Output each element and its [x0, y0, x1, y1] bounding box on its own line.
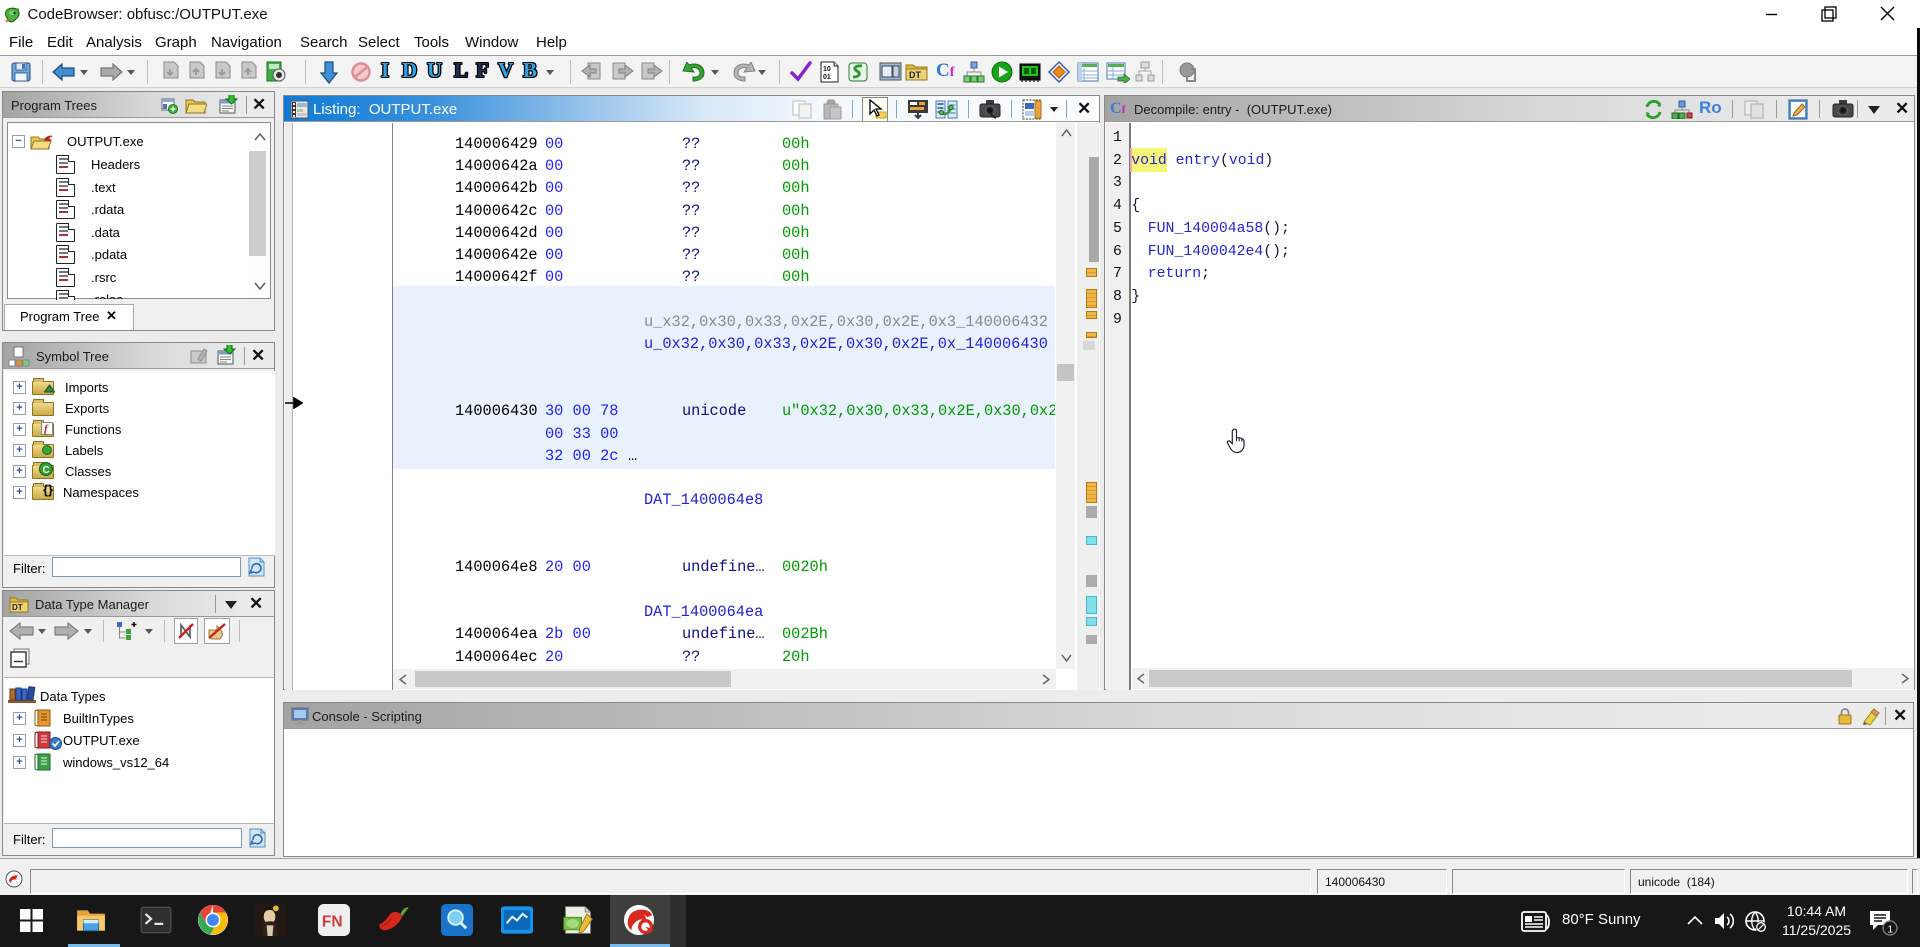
- svg-text:FN: FN: [322, 913, 343, 930]
- svg-text:DT: DT: [12, 603, 23, 612]
- svg-text:10: 10: [823, 66, 831, 73]
- svg-text:DT: DT: [909, 70, 921, 80]
- svg-text:01: 01: [823, 74, 831, 81]
- svg-text:C: C: [43, 465, 50, 476]
- svg-text:1: 1: [1888, 925, 1894, 936]
